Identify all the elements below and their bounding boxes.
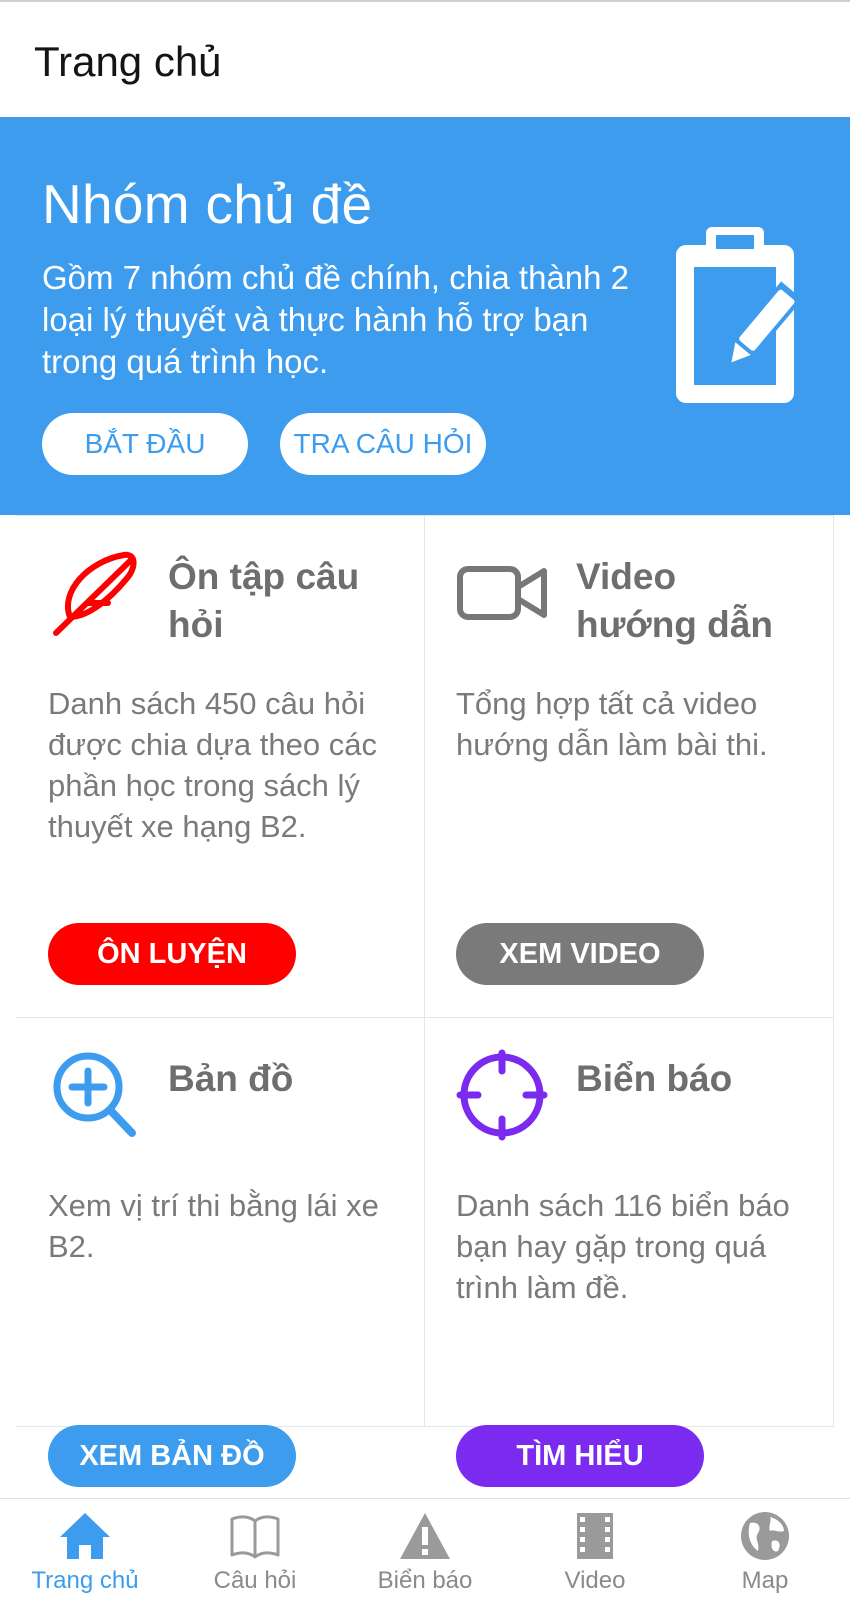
card-title: Biển báo xyxy=(576,1058,733,1099)
page-title: Trang chủ xyxy=(34,38,222,85)
video-guide-card: Video hướng dẫn Tổng hợp tất cả video hư… xyxy=(424,515,832,985)
view-map-button[interactable]: XEM BẢN ĐỒ xyxy=(48,1425,296,1487)
tab-questions[interactable]: Câu hỏi xyxy=(170,1499,340,1600)
tab-video[interactable]: Video xyxy=(510,1499,680,1600)
learn-more-button[interactable]: TÌM HIỂU xyxy=(456,1425,704,1487)
video-camera-icon xyxy=(457,566,547,620)
tab-label: Biển báo xyxy=(377,1567,473,1594)
globe-icon xyxy=(741,1512,789,1560)
card-description: Tổng hợp tất cả video hướng dẫn làm bài … xyxy=(456,686,768,762)
bottom-tab-bar: Trang chủ Câu hỏi Biển báo Video Map xyxy=(0,1498,850,1600)
map-card: Bản đồ Xem vị trí thi bằng lái xe B2. XE… xyxy=(16,1017,424,1487)
tab-label: Trang chủ xyxy=(31,1567,139,1594)
tab-label: Câu hỏi xyxy=(213,1567,297,1594)
home-icon xyxy=(60,1513,110,1559)
card-title: Video hướng dẫn xyxy=(576,556,773,645)
card-title: Bản đồ xyxy=(168,1058,294,1099)
film-icon xyxy=(577,1513,613,1559)
lookup-questions-button[interactable]: TRA CÂU HỎI xyxy=(280,413,486,475)
card-title: Ôn tập câu hỏi xyxy=(168,556,360,645)
feature-grid: Ôn tập câu hỏi Danh sách 450 câu hỏi đượ… xyxy=(16,515,834,1487)
book-icon xyxy=(230,1515,280,1559)
topic-banner: Nhóm chủ đề Gồm 7 nhóm chủ đề chính, chi… xyxy=(0,117,850,515)
traffic-signs-card: Biển báo Danh sách 116 biển báo bạn hay … xyxy=(424,1017,832,1487)
review-questions-card: Ôn tập câu hỏi Danh sách 450 câu hỏi đượ… xyxy=(16,515,424,985)
card-description: Danh sách 450 câu hỏi được chia dựa theo… xyxy=(48,686,377,844)
banner-title: Nhóm chủ đề xyxy=(42,173,373,235)
card-description: Xem vị trí thi bằng lái xe B2. xyxy=(48,1188,379,1264)
tab-traffic-signs[interactable]: Biển báo xyxy=(340,1499,510,1600)
practice-button[interactable]: ÔN LUYỆN xyxy=(48,923,296,985)
watch-video-button[interactable]: XEM VIDEO xyxy=(456,923,704,985)
banner-description: Gồm 7 nhóm chủ đề chính, chia thành 2 lo… xyxy=(42,259,630,380)
clipboard-edit-icon xyxy=(676,227,803,403)
tab-home[interactable]: Trang chủ xyxy=(0,1499,170,1600)
crosshair-icon xyxy=(456,1049,548,1141)
feather-icon xyxy=(53,551,137,636)
tab-map[interactable]: Map xyxy=(680,1499,850,1600)
app-header: Trang chủ xyxy=(0,0,850,117)
start-button[interactable]: BẮT ĐẦU xyxy=(42,413,248,475)
warning-icon xyxy=(400,1513,450,1559)
card-description: Danh sách 116 biển báo bạn hay gặp trong… xyxy=(456,1188,790,1305)
tab-label: Video xyxy=(564,1567,626,1594)
zoom-in-icon xyxy=(53,1052,136,1137)
tab-label: Map xyxy=(741,1567,789,1594)
grid-divider-right xyxy=(833,515,834,1427)
